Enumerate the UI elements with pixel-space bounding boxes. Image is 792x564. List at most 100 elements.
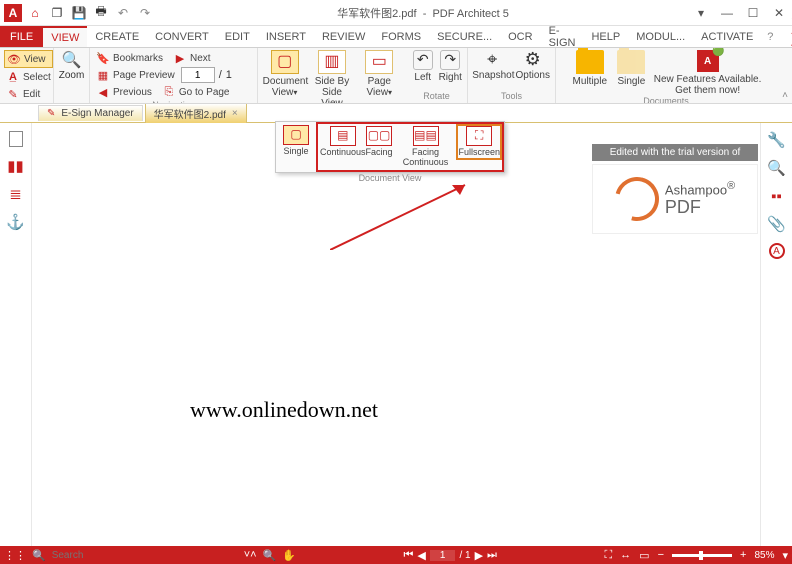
minimize-button[interactable]: ― [714,6,740,20]
popup-facing-button[interactable]: ▢▢Facing [366,126,393,158]
edit-mode-label: Edit [23,89,40,100]
tools-search-icon[interactable]: 🔍 [768,159,786,177]
tab-convert[interactable]: CONVERT [147,26,217,47]
popup-facing-cont-label: Facing Continuous [403,147,449,167]
status-last-icon[interactable]: ⏭ [487,549,497,562]
multiple-docs-button[interactable]: Multiple [570,50,610,87]
tools-attach-icon[interactable]: 📎 [768,215,786,233]
status-next-icon[interactable]: ▶ [475,549,483,562]
options-button[interactable]: ⚙Options [515,50,551,81]
tab-review[interactable]: REVIEW [314,26,373,47]
doc-tab-file[interactable]: 华军软件图2.pdf × [145,103,247,123]
snapshot-button[interactable]: ⌖Snapshot [472,50,512,81]
sidebar-layers-icon[interactable]: ≣ [7,185,25,203]
ribbon-tabs: FILE VIEW CREATE CONVERT EDIT INSERT REV… [0,26,792,48]
previous-button[interactable]: ◀Previous [94,84,154,100]
status-search-input[interactable] [52,550,192,561]
tab-create[interactable]: CREATE [87,26,147,47]
sidebar-bookmark-icon[interactable]: ▮▮ [7,157,25,175]
page-input[interactable] [181,67,215,83]
doc-tab-file-label: 华军软件图2.pdf [154,106,226,121]
page-view-button[interactable]: ▭Page View▾ [357,50,401,98]
goto-page-button[interactable]: ⎘Go to Page [160,84,232,100]
sidebar-right: 🔧 🔍 ▪▪ 📎 A [760,123,792,546]
tab-esign[interactable]: E-SIGN [541,26,584,47]
close-tab-icon[interactable]: × [232,108,238,119]
window-title: 华军软件图2.pdf - PDF Architect 5 [158,5,688,21]
tools-stamp-icon[interactable]: ▪▪ [768,187,786,205]
select-mode-button[interactable]: A̲Select [4,69,53,85]
group-rotate-label: Rotate [410,91,463,103]
status-fullscreen-icon[interactable]: ⛶ [604,549,612,562]
maximize-button[interactable]: ☐ [740,6,766,20]
prev-icon: ◀ [96,85,110,99]
document-view-button[interactable]: ▢Document View▾ [263,50,307,98]
tools-a-icon[interactable]: A [769,243,785,259]
group-zoom-label [58,101,85,103]
status-updown-icon[interactable]: ˅˄ [244,549,257,561]
tab-insert[interactable]: INSERT [258,26,314,47]
redo-icon[interactable]: ↷ [136,4,154,22]
group-zoom: 🔍 Zoom [54,48,90,103]
status-find-icon[interactable]: 🔍 [263,549,277,562]
next-button[interactable]: ▶Next [171,50,213,66]
help-icon[interactable]: ▾ [688,6,714,20]
zoom-in-icon[interactable]: + [740,549,746,561]
zoom-dropdown-icon[interactable]: ▾ [782,549,788,562]
popup-single-label: Single [283,146,308,156]
sidebar-anchor-icon[interactable]: ⚓ [7,213,25,231]
ribbon-collapse-icon[interactable]: ˄ [782,90,788,101]
popup-facing-label: Facing [366,147,393,157]
doc-tab-esign[interactable]: ✎E-Sign Manager [38,105,143,121]
camera-icon: ⌖ [472,50,512,70]
tab-edit[interactable]: EDIT [217,26,258,47]
app-icon[interactable]: A [4,4,22,22]
edit-mode-button[interactable]: ✎Edit [4,86,53,102]
recent-icon[interactable]: ❐ [48,4,66,22]
tab-view[interactable]: VIEW [43,26,87,47]
rotate-left-button[interactable]: ↶Left [410,50,436,83]
tab-ocr[interactable]: OCR [500,26,540,47]
file-tab[interactable]: FILE [0,26,43,47]
new-features-icon: A🟢 [697,50,719,72]
rotate-right-label: Right [439,72,462,83]
status-search-icon[interactable]: 🔍 [32,549,46,562]
status-fitpage-icon[interactable]: ▭ [639,549,649,562]
single-doc-button[interactable]: Single [614,50,650,87]
status-prev-icon[interactable]: ◀ [417,549,425,562]
sidebar-thumb-icon[interactable] [9,131,23,147]
status-fitwidth-icon[interactable]: ↔ [620,549,631,561]
popup-single-button[interactable]: ▢Single [276,122,316,172]
save-icon[interactable]: 💾 [70,4,88,22]
status-first-icon[interactable]: ⏮ [404,549,414,562]
popup-highlight-group: ▤Continuous ▢▢Facing ▤▤Facing Continuous… [316,122,504,172]
print-icon[interactable]: 🖶 [92,4,110,22]
quick-access: A ⌂ ❐ 💾 🖶 ↶ ↷ [0,4,158,22]
rotate-right-button[interactable]: ↷Right [438,50,464,83]
popup-continuous-button[interactable]: ▤Continuous [320,126,366,158]
undo-icon[interactable]: ↶ [114,4,132,22]
popup-facing-cont-button[interactable]: ▤▤Facing Continuous [393,126,459,168]
tab-activate[interactable]: ACTIVATE [693,26,761,47]
side-by-side-button[interactable]: ▥Side By Side View [310,50,354,104]
tab-modules[interactable]: MODUL... [628,26,693,47]
new-features-button[interactable]: A🟢 New Features Available. Get them now! [653,50,762,96]
help-question-icon[interactable]: ? [761,31,779,43]
tab-secure[interactable]: SECURE... [429,26,500,47]
home-icon[interactable]: ⌂ [26,4,44,22]
status-hand-icon[interactable]: ✋ [282,549,296,562]
view-mode-button[interactable]: 👁View [4,50,53,68]
tab-help[interactable]: HELP [583,26,628,47]
goto-icon: ⎘ [162,85,176,99]
zoom-out-icon[interactable]: − [658,549,664,561]
tools-wrench-icon[interactable]: 🔧 [768,131,786,149]
status-dots-icon[interactable]: ⋮⋮ [4,549,26,562]
page-preview-button[interactable]: ▦Page Preview [94,67,177,83]
bookmarks-button[interactable]: 🔖Bookmarks [94,50,165,66]
bookmark-icon: 🔖 [96,51,110,65]
page-total: 1 [226,69,232,81]
popup-fullscreen-button[interactable]: ⛶Fullscreen [458,126,500,158]
zoom-slider[interactable] [672,554,732,557]
tab-forms[interactable]: FORMS [373,26,429,47]
zoom-button[interactable]: 🔍 Zoom [59,50,85,81]
